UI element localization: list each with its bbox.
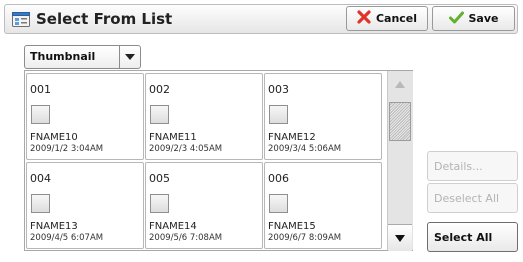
select-all-button[interactable]: Select All	[427, 222, 518, 252]
save-button[interactable]: Save	[432, 6, 515, 31]
checkmark-icon	[448, 11, 464, 27]
file-name: FNAME11	[149, 132, 197, 143]
view-mode-dropdown[interactable]: Thumbnail	[24, 45, 141, 69]
file-tile[interactable]: 004 FNAME13 2009/4/5 6:07AM	[26, 162, 144, 249]
file-number: 005	[149, 172, 170, 185]
file-name: FNAME12	[268, 132, 316, 143]
scroll-down-arrow-icon[interactable]	[388, 224, 412, 251]
file-checkbox[interactable]	[150, 194, 169, 213]
file-checkbox[interactable]	[31, 194, 50, 213]
scroll-up-arrow-icon[interactable]	[388, 71, 412, 97]
file-checkbox[interactable]	[150, 105, 169, 124]
file-number: 003	[268, 83, 289, 96]
cancel-x-icon	[357, 10, 371, 27]
save-button-label: Save	[468, 12, 499, 25]
deselect-all-button-label: Deselect All	[434, 191, 500, 205]
file-date: 2009/5/6 7:08AM	[149, 233, 223, 243]
file-date: 2009/1/2 3:04AM	[30, 144, 104, 154]
file-number: 006	[268, 172, 289, 185]
deselect-all-button[interactable]: Deselect All	[427, 183, 518, 213]
page-title: Select From List	[36, 10, 173, 28]
details-button-label: Details...	[434, 159, 483, 173]
file-name: FNAME15	[268, 221, 316, 232]
file-tile[interactable]: 003 FNAME12 2009/3/4 5:06AM	[264, 73, 382, 160]
list-window-icon	[12, 11, 30, 27]
chevron-down-icon	[119, 46, 140, 68]
file-name: FNAME10	[30, 132, 78, 143]
file-name: FNAME13	[30, 221, 78, 232]
file-number: 001	[30, 83, 51, 96]
file-date: 2009/3/4 5:06AM	[268, 144, 342, 154]
file-number: 004	[30, 172, 51, 185]
cancel-button-label: Cancel	[375, 12, 418, 25]
cancel-button[interactable]: Cancel	[346, 6, 428, 31]
file-tile[interactable]: 002 FNAME11 2009/2/3 4:05AM	[145, 73, 263, 160]
file-date: 2009/6/7 8:09AM	[268, 233, 342, 243]
scrollbar-thumb[interactable]	[389, 102, 411, 141]
details-button[interactable]: Details...	[427, 151, 518, 181]
file-date: 2009/4/5 6:07AM	[30, 233, 104, 243]
file-tile[interactable]: 005 FNAME14 2009/5/6 7:08AM	[145, 162, 263, 249]
view-mode-value: Thumbnail	[30, 50, 96, 63]
file-checkbox[interactable]	[269, 105, 288, 124]
file-checkbox[interactable]	[269, 194, 288, 213]
file-tile[interactable]: 001 FNAME10 2009/1/2 3:04AM	[26, 73, 144, 160]
file-number: 002	[149, 83, 170, 96]
file-date: 2009/2/3 4:05AM	[149, 144, 223, 154]
file-tile[interactable]: 006 FNAME15 2009/6/7 8:09AM	[264, 162, 382, 249]
select-all-button-label: Select All	[434, 230, 493, 244]
file-name: FNAME14	[149, 221, 197, 232]
file-checkbox[interactable]	[31, 105, 50, 124]
